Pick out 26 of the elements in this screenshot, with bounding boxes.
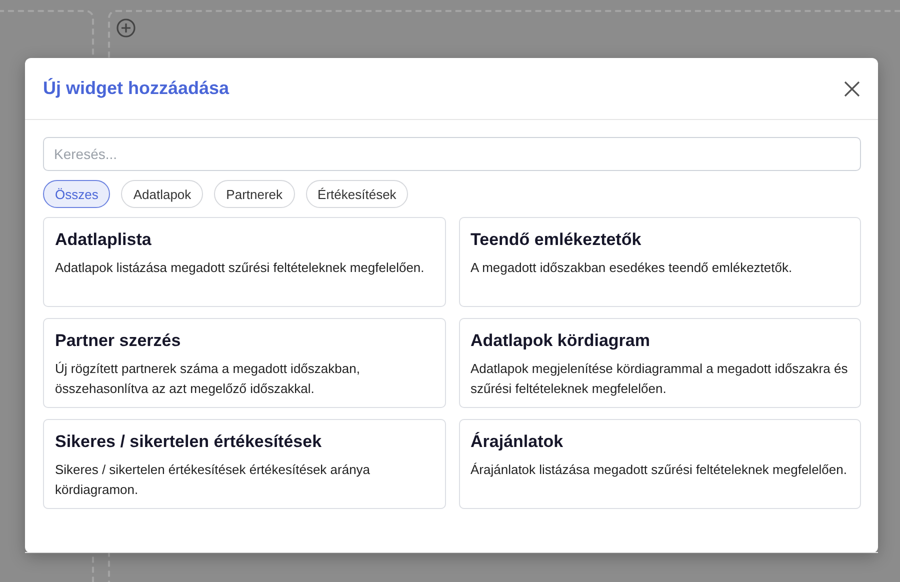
- filter-chip[interactable]: Adatlapok: [121, 180, 204, 208]
- widget-description: Adatlapok megjelenítése kördiagrammal a megadott időszakra és szűrési feltételeknek megfelelően.: [470, 360, 849, 398]
- widget-card[interactable]: Árajánlatok Árajánlatok listázása megadott szűrési feltételeknek megfelelően.: [458, 419, 861, 509]
- filter-chip[interactable]: Összes: [43, 180, 110, 208]
- widget-title: Adatlaplista: [55, 230, 152, 250]
- widget-description: Adatlapok listázása megadott szűrési feltételeknek megfelelően.: [55, 259, 426, 277]
- filter-chip[interactable]: Partnerek: [214, 180, 295, 208]
- widget-description: Sikeres / sikertelen értékesítések értékesítések aránya kördiagramon.: [55, 461, 372, 499]
- widget-card[interactable]: Teendő emlékeztetők A megadott időszakban esedékes teendő emlékeztetők.: [458, 217, 861, 307]
- widget-title: Partner szerzés: [55, 331, 182, 351]
- widget-title: Árajánlatok: [470, 432, 564, 452]
- widget-title: Teendő emlékeztetők: [470, 230, 642, 250]
- dialog-title: Új widget hozzáadása: [43, 78, 230, 99]
- close-button[interactable]: [842, 78, 862, 98]
- filter-chip[interactable]: Értékesítések: [306, 180, 408, 208]
- widget-title: Adatlapok kördiagram: [470, 331, 651, 351]
- widget-description: Árajánlatok listázása megadott szűrési feltételeknek megfelelően.: [470, 461, 848, 479]
- widget-description: Új rögzített partnerek száma a megadott időszakban, összehasonlítva az azt megelőző időszakkal.: [55, 360, 361, 398]
- widget-card[interactable]: Adatlapok kördiagram Adatlapok megjelenítése kördiagrammal a megadott időszakra és szűrési feltételeknek megfelelően.: [458, 318, 861, 408]
- add-icon[interactable]: [116, 18, 136, 38]
- widget-card[interactable]: Sikeres / sikertelen értékesítések Sikeres / sikertelen értékesítések értékesítések aránya kördiagramon.: [43, 419, 446, 509]
- widget-card[interactable]: Partner szerzés Új rögzített partnerek száma a megadott időszakban, összehasonlítva az azt megelőző időszakkal.: [43, 318, 446, 408]
- widget-description: A megadott időszakban esedékes teendő emlékeztetők.: [470, 259, 794, 277]
- widget-title: Sikeres / sikertelen értékesítések: [55, 432, 323, 452]
- widget-card[interactable]: Adatlaplista Adatlapok listázása megadott szűrési feltételeknek megfelelően.: [43, 217, 446, 307]
- search-field[interactable]: Keresés...: [43, 137, 861, 171]
